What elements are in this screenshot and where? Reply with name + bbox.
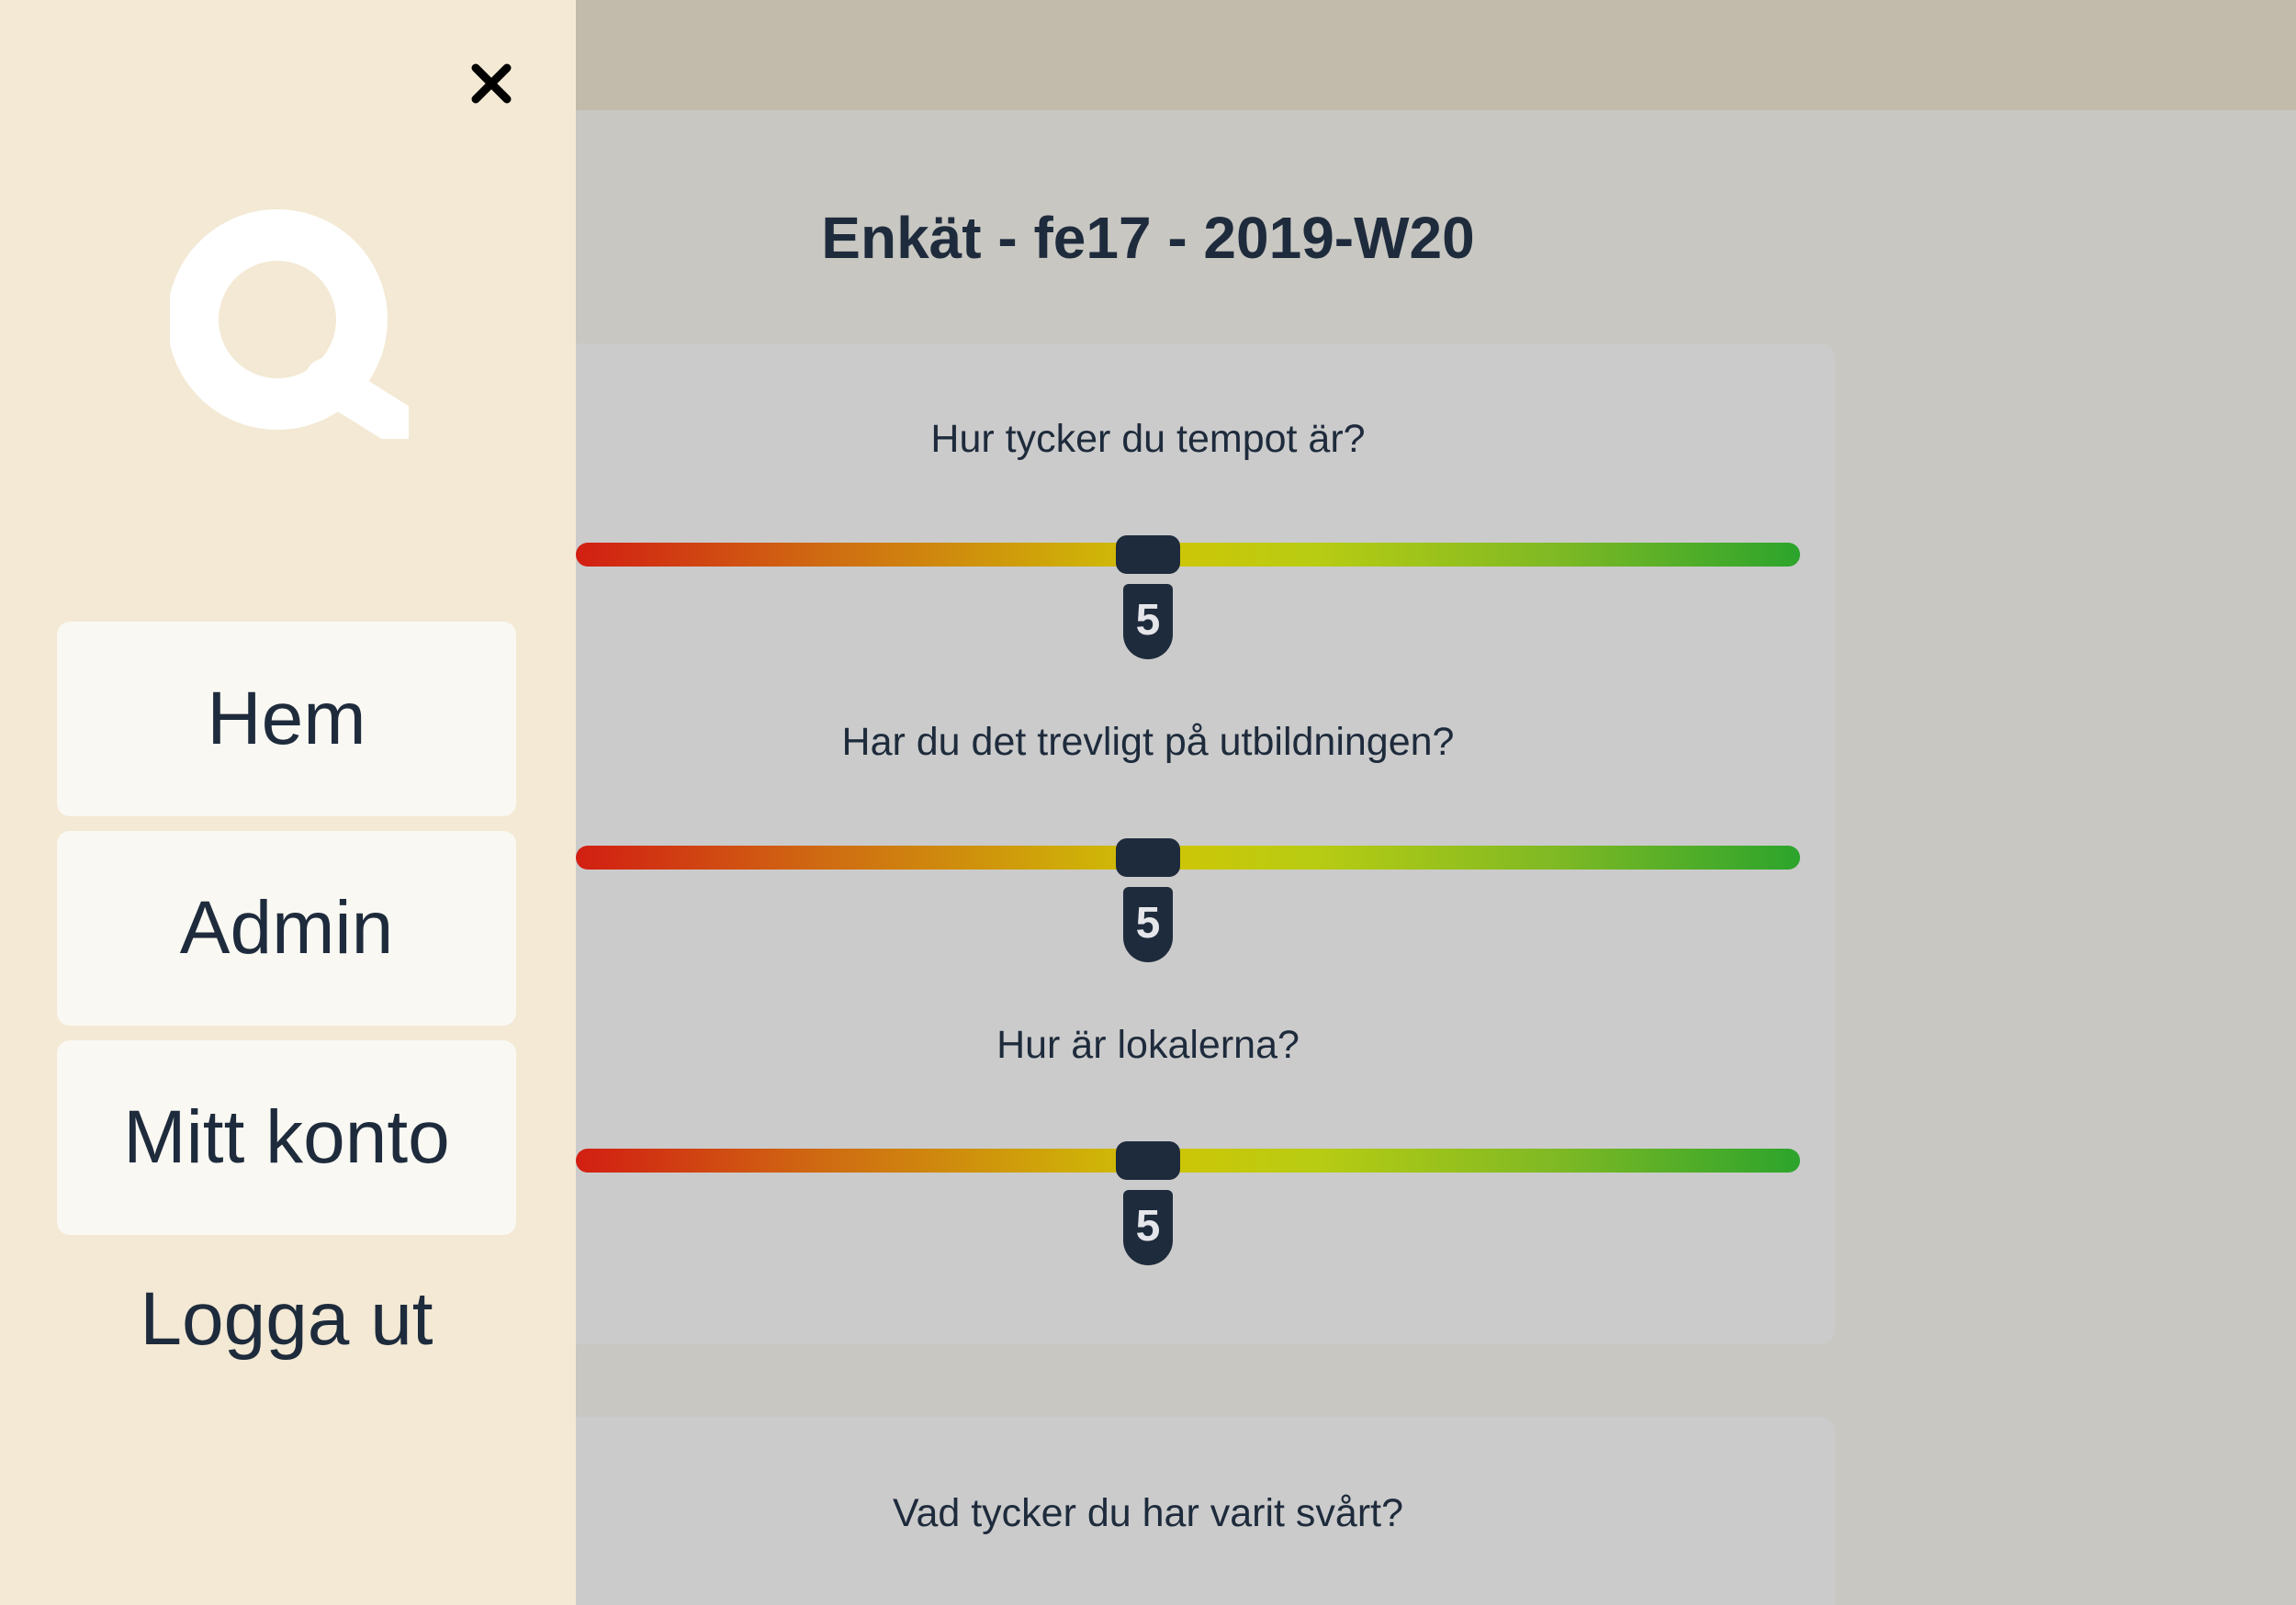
menu-item-admin[interactable]: Admin xyxy=(57,831,516,1026)
close-icon[interactable] xyxy=(468,61,514,107)
slider-value: 5 xyxy=(1123,887,1173,962)
side-menu: Hem Admin Mitt konto Logga ut xyxy=(0,0,576,1605)
menu-item-home[interactable]: Hem xyxy=(57,622,516,816)
slider-value: 5 xyxy=(1123,584,1173,659)
menu-item-account[interactable]: Mitt konto xyxy=(57,1040,516,1235)
rating-slider[interactable] xyxy=(576,1141,1800,1180)
rating-slider[interactable] xyxy=(576,838,1800,877)
slider-thumb[interactable] xyxy=(1116,535,1180,574)
rating-slider[interactable] xyxy=(576,535,1800,574)
slider-thumb[interactable] xyxy=(1116,1141,1180,1180)
logout-link[interactable]: Logga ut xyxy=(57,1276,516,1368)
slider-value: 5 xyxy=(1123,1190,1173,1265)
survey-card-sliders xyxy=(551,343,1835,1344)
slider-thumb[interactable] xyxy=(1116,838,1180,877)
q-logo-icon xyxy=(170,209,409,439)
